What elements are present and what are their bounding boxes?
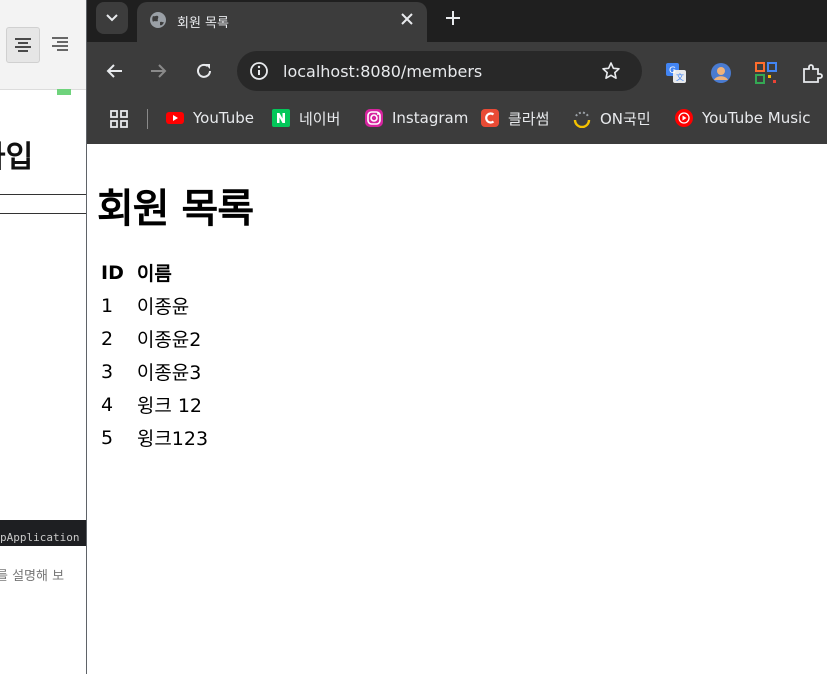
background-toolbar-divider [0,89,90,106]
back-arrow-icon[interactable] [105,61,125,81]
site-info-icon[interactable] [249,61,269,81]
member-name: 이종윤2 [136,329,202,351]
bookmark-youtube-music[interactable]: YouTube Music [674,106,810,130]
bookmark-label: 클라썸 [508,109,550,128]
bookmark-on-kookmin[interactable]: ON국민 [572,106,651,130]
bookmark-instagram[interactable]: Instagram [364,106,468,130]
member-name: 윙크123 [136,428,209,450]
apps-grid-icon[interactable] [109,109,129,129]
forward-arrow-icon[interactable] [148,61,168,81]
address-bar[interactable]: localhost:8080/members [237,51,642,91]
member-id: 2 [101,327,114,350]
translate-icon[interactable]: G文 [665,62,687,84]
member-id: 5 [101,426,114,449]
svg-text:G: G [669,66,676,76]
member-id: 3 [101,360,114,383]
bookmark-classum[interactable]: 클라썸 [480,106,549,130]
instagram-icon [365,109,383,127]
member-name: 이종윤 [136,296,190,318]
bookmark-star-icon[interactable] [601,61,621,81]
chevron-down-icon [106,14,118,22]
background-input-field[interactable] [0,194,90,214]
column-header-name: 이름 [136,263,172,285]
bookmarks-separator [147,109,148,129]
tab-strip: 회원 목록 [87,0,827,42]
tab-title: 회원 목록 [177,16,229,31]
tab-search-button[interactable] [96,2,128,34]
on-kookmin-icon [573,111,591,128]
background-toolbar [0,0,90,90]
background-heading: 가입 [0,140,34,175]
browser-window: 회원 목록 localhost:8080/members G文 YouTube … [86,0,827,674]
member-id: 1 [101,294,114,317]
browser-toolbar: localhost:8080/members G文 [87,42,827,100]
background-console: pApplication [0,520,90,546]
member-name: 이종윤3 [136,362,202,384]
table-row: 2 이종윤2 [98,322,216,355]
align-right-icon[interactable] [44,27,76,61]
bookmarks-bar: YouTube 네이버 Instagram 클라썸 ON국민 YouTube M… [87,100,827,144]
svg-text:文: 文 [676,72,684,82]
background-green-marker [57,89,71,95]
qr-code-icon[interactable] [755,62,777,84]
background-editor-window: 가입 pApplication 를 설명해 보 [0,0,90,674]
bookmark-label: 네이버 [299,109,341,128]
youtube-icon [166,112,184,124]
classum-icon [481,109,499,127]
bookmark-label: ON국민 [600,109,651,128]
youtube-music-icon [675,109,693,127]
member-id: 4 [101,393,114,416]
align-center-icon[interactable] [6,27,40,63]
table-header-row: ID 이름 [98,256,216,289]
new-tab-icon[interactable] [444,9,462,27]
table-row: 4 윙크 12 [98,388,216,421]
close-icon[interactable] [399,11,415,27]
members-table: ID 이름 1 이종윤 2 이종윤2 3 이종윤3 4 윙크 12 5 윙크12… [98,256,216,454]
member-name: 윙크 12 [136,395,203,417]
table-row: 3 이종윤3 [98,355,216,388]
table-row: 1 이종윤 [98,289,216,322]
bookmark-label: YouTube Music [702,109,811,127]
tab-members[interactable]: 회원 목록 [137,2,427,42]
bookmark-label: Instagram [392,109,469,127]
table-row: 5 윙크123 [98,421,216,454]
column-header-id: ID [101,261,124,284]
background-hint-text: 를 설명해 보 [0,569,65,584]
background-console-line: pApplication [0,531,80,544]
bookmark-youtube[interactable]: YouTube [165,106,254,130]
reload-icon[interactable] [194,61,214,81]
page-content: 회원 목록 ID 이름 1 이종윤 2 이종윤2 3 이종윤3 4 윙크 12 … [87,144,827,674]
url-text[interactable]: localhost:8080/members [283,62,482,81]
page-title: 회원 목록 [97,186,254,232]
extensions-puzzle-icon[interactable] [801,62,823,84]
naver-icon [272,109,290,127]
globe-icon [150,12,166,28]
bookmark-label: YouTube [193,109,254,127]
bookmark-naver[interactable]: 네이버 [271,106,340,130]
profile-extension-icon[interactable] [710,62,732,84]
